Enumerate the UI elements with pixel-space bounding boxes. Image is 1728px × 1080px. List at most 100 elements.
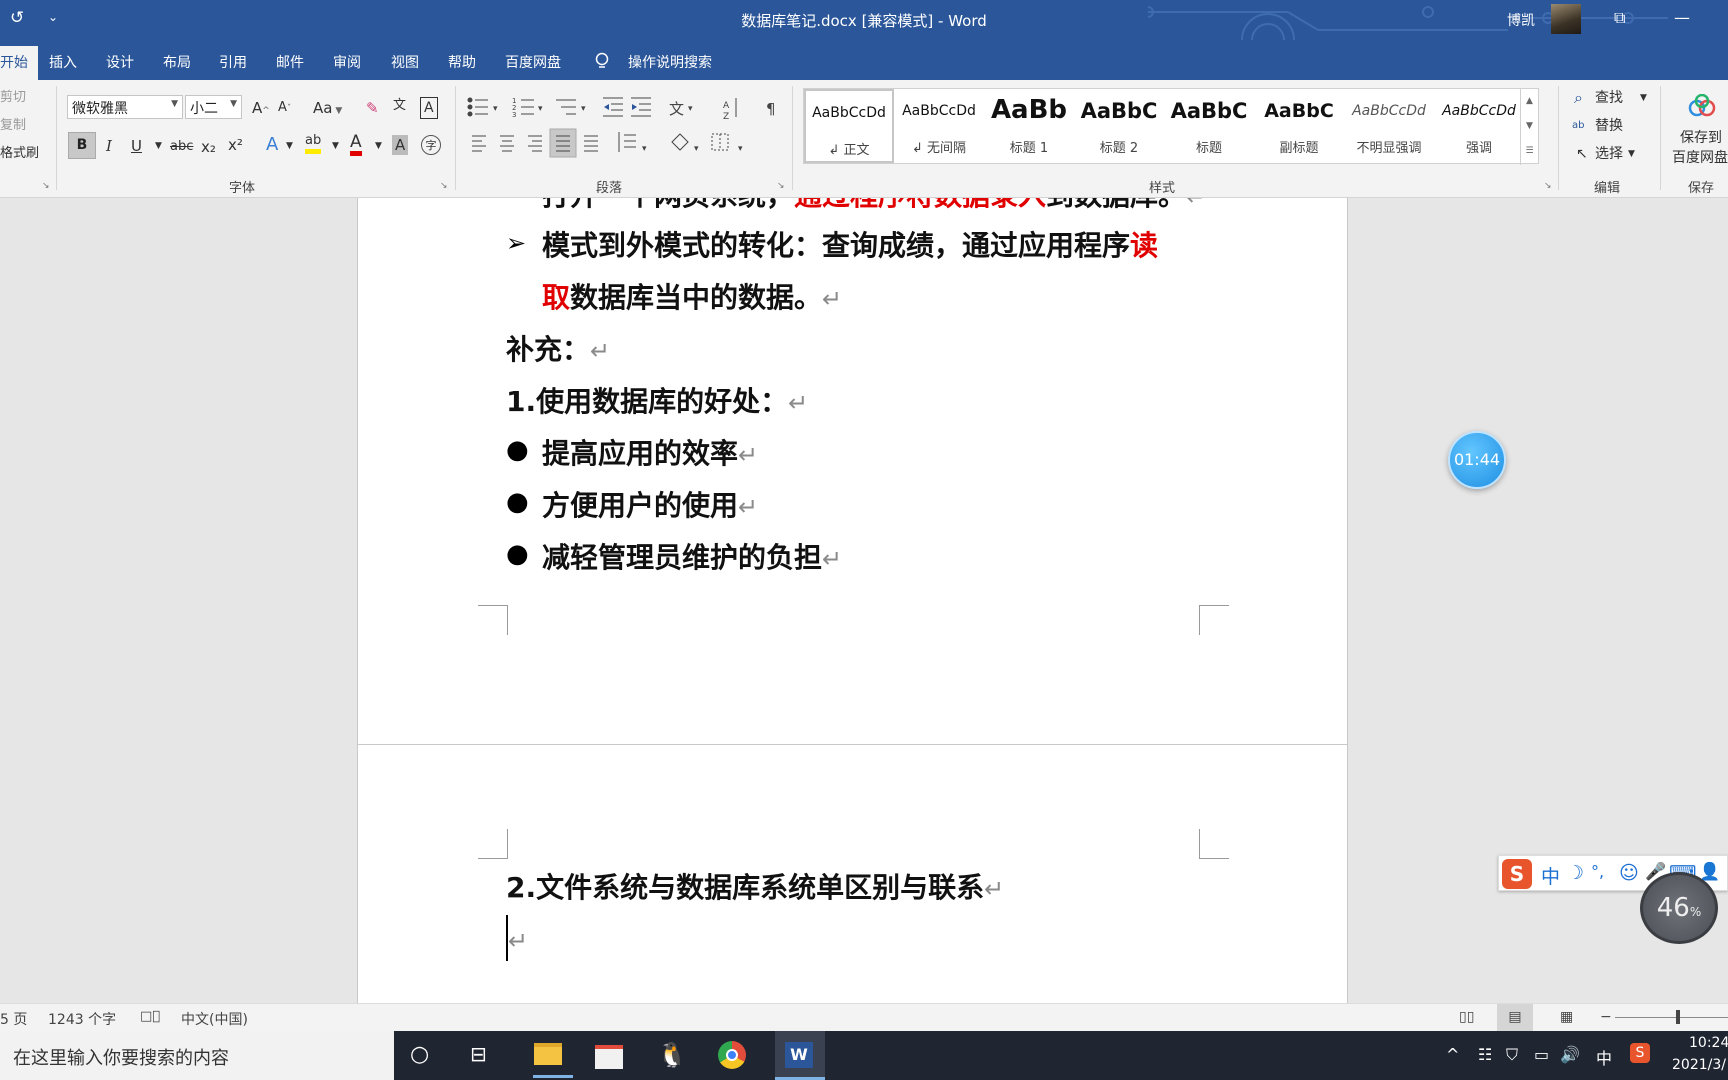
style-normal[interactable]: AaBbCcDd ↲ 正文 bbox=[804, 89, 894, 163]
tab-help[interactable]: 帮助 bbox=[448, 52, 476, 72]
sogou-logo-icon[interactable]: S bbox=[1502, 859, 1532, 889]
font-size-combo[interactable]: 小二 ▼ bbox=[185, 95, 242, 119]
tell-me-search[interactable]: 操作说明搜索 bbox=[628, 52, 712, 72]
minimize-button[interactable]: — bbox=[1674, 8, 1690, 27]
tab-review[interactable]: 审阅 bbox=[333, 52, 361, 72]
borders-icon[interactable] bbox=[711, 133, 729, 151]
font-color-icon[interactable]: A bbox=[350, 133, 362, 156]
select-button[interactable]: 选择 bbox=[1595, 144, 1623, 164]
select-dropdown-icon[interactable]: ▼ bbox=[1628, 144, 1635, 164]
style-subtle-emphasis[interactable]: AaBbCcDd 不明显强调 bbox=[1344, 89, 1434, 163]
sort-icon[interactable]: A bbox=[723, 101, 730, 111]
multilevel-list-icon[interactable] bbox=[556, 99, 576, 115]
highlight-icon[interactable]: ab bbox=[305, 133, 322, 154]
cut-button[interactable]: 剪切 bbox=[0, 88, 26, 108]
tab-references[interactable]: 引用 bbox=[219, 52, 247, 72]
read-mode-icon[interactable]: ▯▯ bbox=[1459, 1009, 1474, 1025]
language-indicator[interactable]: 中文(中国) bbox=[181, 1009, 248, 1029]
proofing-icon[interactable]: □⃝ bbox=[140, 1009, 160, 1024]
clock-date[interactable]: 2021/3/ bbox=[1672, 1057, 1726, 1073]
word-count[interactable]: 1243 个字 bbox=[48, 1009, 116, 1029]
tab-home[interactable]: 开始 bbox=[0, 46, 38, 80]
justify-button[interactable] bbox=[549, 128, 577, 158]
zoom-out-button[interactable]: − bbox=[1600, 1009, 1612, 1025]
word-taskbar-button[interactable]: W bbox=[775, 1031, 825, 1080]
font-color-dropdown-icon[interactable]: ▼ bbox=[375, 136, 382, 156]
style-subtitle[interactable]: AaBbC 副标题 bbox=[1254, 89, 1344, 163]
ime-lang-toggle[interactable]: 中 bbox=[1541, 862, 1560, 889]
decrease-indent-icon[interactable] bbox=[603, 97, 623, 117]
clipboard-launcher-icon[interactable]: ↘ bbox=[42, 181, 50, 191]
character-border-icon[interactable]: A bbox=[420, 97, 438, 119]
taskbar-search[interactable]: 在这里输入你要搜索的内容 bbox=[0, 1031, 394, 1080]
align-right-icon[interactable] bbox=[528, 135, 542, 152]
clock-time[interactable]: 10:24 bbox=[1689, 1035, 1728, 1051]
replace-button[interactable]: 替换 bbox=[1595, 116, 1623, 136]
clear-formatting-icon[interactable]: ✎ bbox=[366, 98, 379, 118]
bullets-icon[interactable] bbox=[467, 97, 488, 117]
tab-view[interactable]: 视图 bbox=[391, 52, 419, 72]
tab-design[interactable]: 设计 bbox=[106, 52, 134, 72]
paragraph-launcher-icon[interactable]: ↘ bbox=[777, 181, 785, 191]
page-count[interactable]: 5 页 bbox=[0, 1009, 27, 1029]
tab-insert[interactable]: 插入 bbox=[49, 52, 77, 72]
chrome-icon[interactable] bbox=[718, 1041, 746, 1069]
save-to-baidu-button-line2[interactable]: 百度网盘 bbox=[1672, 148, 1728, 168]
moon-icon[interactable]: ☽ bbox=[1567, 862, 1584, 884]
cortana-icon[interactable]: ○ bbox=[410, 1042, 429, 1067]
subscript-button[interactable]: x₂ bbox=[201, 137, 216, 157]
text-effects-icon[interactable]: A bbox=[266, 135, 278, 155]
volume-icon[interactable]: 🔊 bbox=[1560, 1045, 1580, 1064]
underline-dropdown-icon[interactable]: ▼ bbox=[155, 136, 162, 156]
asian-layout-icon[interactable]: 文 bbox=[669, 100, 684, 118]
copy-button[interactable]: 复制 bbox=[0, 116, 26, 136]
task-view-icon[interactable]: ⊟ bbox=[470, 1042, 487, 1066]
underline-button[interactable]: U bbox=[131, 136, 142, 156]
font-launcher-icon[interactable]: ↘ bbox=[440, 181, 448, 191]
gallery-scroll[interactable]: ▲ ▼ ☰ bbox=[1520, 89, 1538, 165]
print-layout-icon[interactable]: ▤ bbox=[1497, 1004, 1533, 1031]
ime-indicator[interactable]: 中 bbox=[1596, 1045, 1612, 1069]
security-icon[interactable]: ⛉ bbox=[1506, 1045, 1518, 1065]
recording-timer[interactable]: 01:44 bbox=[1448, 431, 1506, 489]
user-name[interactable]: 博凯 bbox=[1507, 10, 1535, 30]
enclose-characters-icon[interactable]: 字 bbox=[421, 135, 441, 155]
grow-font-button[interactable]: A^ bbox=[252, 98, 270, 121]
punctuation-icon[interactable]: °, bbox=[1591, 862, 1604, 881]
font-name-combo[interactable]: 微软雅黑 ▼ bbox=[67, 95, 183, 119]
shrink-font-button[interactable]: Aˇ bbox=[278, 98, 291, 119]
phonetic-guide-icon[interactable]: 文 bbox=[393, 96, 406, 116]
battery-icon[interactable]: ▭ bbox=[1534, 1045, 1549, 1064]
avatar[interactable] bbox=[1551, 4, 1581, 34]
tab-baidu-netdisk[interactable]: 百度网盘 bbox=[505, 52, 561, 72]
line-spacing-icon[interactable] bbox=[618, 132, 636, 152]
align-left-icon[interactable] bbox=[472, 135, 486, 152]
align-center-icon[interactable] bbox=[500, 135, 514, 152]
style-no-spacing[interactable]: AaBbCcDd ↲ 无间隔 bbox=[894, 89, 984, 163]
store-icon[interactable] bbox=[595, 1045, 623, 1069]
styles-launcher-icon[interactable]: ↘ bbox=[1544, 181, 1552, 191]
style-heading-1[interactable]: AaBb 标题 1 bbox=[984, 89, 1074, 163]
character-shading-icon[interactable]: A bbox=[392, 135, 409, 155]
strikethrough-button[interactable]: abc bbox=[170, 137, 193, 157]
qq-icon[interactable]: 🐧 bbox=[657, 1041, 687, 1069]
save-to-baidu-button[interactable]: 保存到 bbox=[1680, 128, 1722, 148]
zoom-slider[interactable] bbox=[1615, 1017, 1728, 1018]
page-2[interactable]: 2.文件系统与数据库系统单区别与联系↵ ↵ bbox=[357, 744, 1348, 1003]
sogou-tray-icon[interactable]: S bbox=[1630, 1043, 1650, 1063]
format-painter-button[interactable]: 格式刷 bbox=[0, 144, 39, 164]
find-dropdown-icon[interactable]: ▼ bbox=[1640, 88, 1647, 108]
gallery-more-icon[interactable]: ☰ bbox=[1521, 139, 1538, 164]
style-emphasis[interactable]: AaBbCcDd 强调 bbox=[1434, 89, 1524, 163]
network-icon[interactable]: ☷ bbox=[1478, 1045, 1492, 1064]
emoji-icon[interactable]: ☺ bbox=[1619, 862, 1639, 884]
highlight-dropdown-icon[interactable]: ▼ bbox=[332, 136, 339, 156]
find-icon[interactable]: ⌕ bbox=[1574, 88, 1583, 108]
gallery-up-icon[interactable]: ▲ bbox=[1521, 89, 1538, 114]
show-marks-icon[interactable]: ¶ bbox=[766, 100, 776, 118]
increase-indent-icon[interactable] bbox=[631, 97, 651, 117]
ribbon-display-options-icon[interactable]: ⧉ bbox=[1614, 8, 1625, 28]
document-area[interactable]: 打开一个网页系统，通过程序将数据录入到数据库。↵ ➢ 模式到外模式的转化：查询成… bbox=[0, 198, 1728, 1003]
bold-button[interactable]: B bbox=[68, 132, 96, 159]
web-layout-icon[interactable]: ▦ bbox=[1560, 1009, 1573, 1025]
